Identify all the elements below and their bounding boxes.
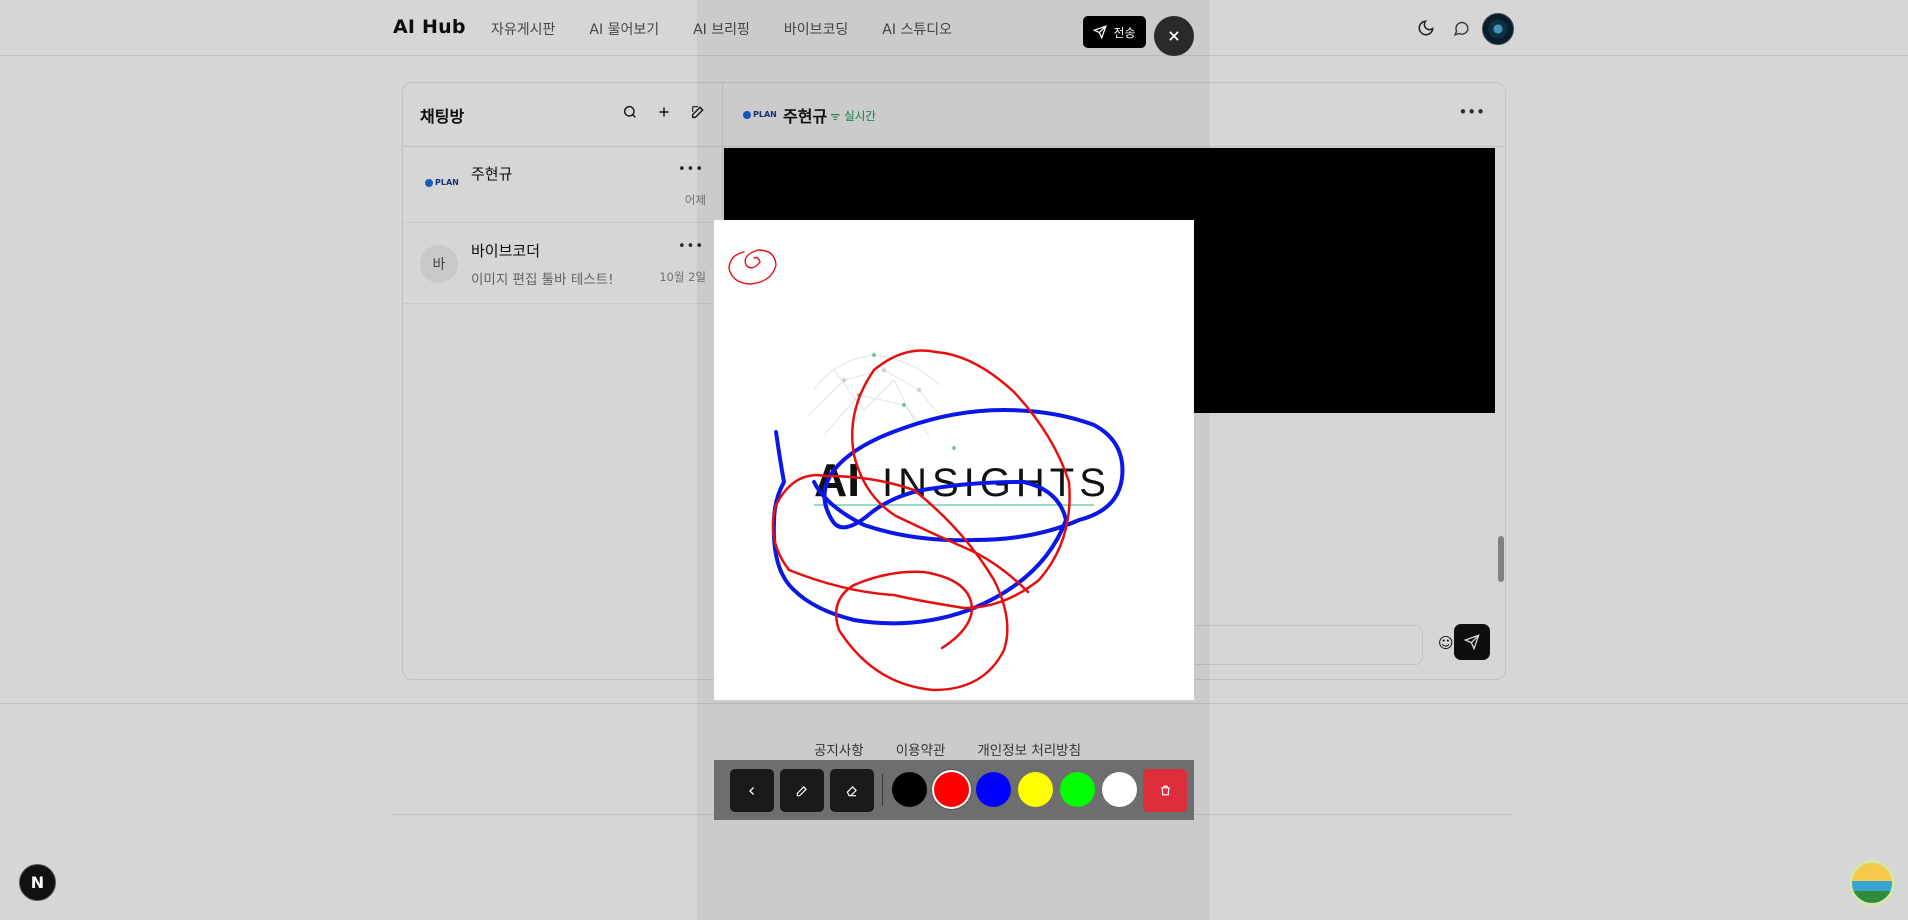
red-scribble	[728, 249, 777, 285]
trash-icon	[1160, 785, 1170, 796]
send-icon	[1093, 25, 1108, 39]
eraser-icon	[846, 785, 857, 796]
red-stroke-large	[771, 349, 1071, 692]
color-swatch-green[interactable]	[1060, 772, 1095, 807]
clear-canvas-button[interactable]	[1143, 769, 1187, 812]
assistant-avatar[interactable]	[1849, 860, 1895, 906]
eraser-tool-button[interactable]	[830, 769, 874, 812]
send-label: 전송	[1113, 25, 1136, 40]
pen-icon	[796, 785, 807, 796]
chevron-left-icon	[749, 786, 754, 795]
close-icon	[1169, 31, 1179, 41]
close-button[interactable]	[1154, 16, 1194, 56]
color-swatch-blue[interactable]	[976, 772, 1011, 807]
drawing-canvas[interactable]: AI INSIGHTS	[714, 220, 1194, 700]
image-editor-toolbar	[714, 760, 1194, 820]
canvas-drawing: AI INSIGHTS	[728, 249, 1125, 692]
color-swatch-red[interactable]	[934, 772, 969, 807]
color-swatch-white[interactable]	[1102, 772, 1137, 807]
nextjs-dev-badge[interactable]: N	[19, 864, 56, 901]
color-swatch-yellow[interactable]	[1018, 772, 1053, 807]
send-edited-image-button[interactable]: 전송	[1083, 16, 1146, 48]
toolbar-divider	[882, 774, 883, 806]
blue-stroke	[771, 408, 1125, 626]
logo-ai-text: AI	[814, 454, 860, 506]
color-swatch-black[interactable]	[892, 772, 927, 807]
back-button[interactable]	[730, 769, 774, 812]
pen-tool-button[interactable]	[780, 769, 824, 812]
